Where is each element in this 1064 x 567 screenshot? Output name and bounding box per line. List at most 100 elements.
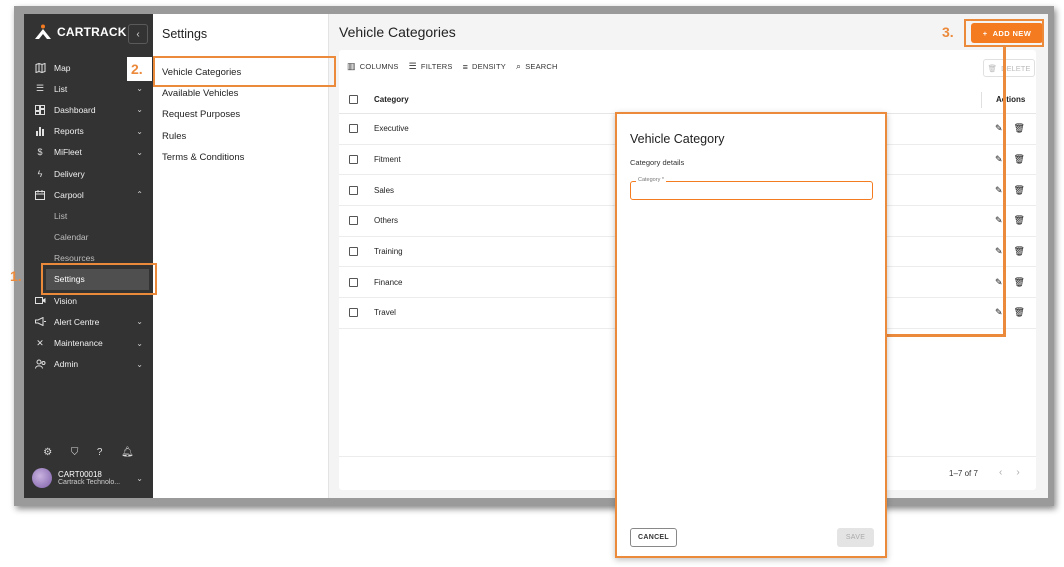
settings-item-rules[interactable]: Rules (153, 126, 329, 147)
pagination-nav: ‹ › (999, 467, 1020, 478)
trash-icon[interactable]: 🗑︎ (1014, 215, 1025, 226)
row-checkbox[interactable] (349, 155, 358, 165)
highlight-box-add-new (964, 19, 1044, 47)
search-label: SEARCH (525, 62, 558, 71)
chevron-down-icon: ⌄ (136, 126, 143, 136)
settings-item-terms-conditions[interactable]: Terms & Conditions (153, 147, 329, 168)
chevron-right-icon[interactable]: › (1016, 467, 1019, 478)
sidebar-item-label: List (54, 83, 68, 94)
sidebar-item-maintenance[interactable]: ✕ Maintenance ⌄ (24, 332, 153, 353)
column-separator (981, 92, 982, 108)
user-profile[interactable]: CART00018 Cartrack Technolo... ⌄ (32, 468, 147, 488)
category-cell: Others (374, 216, 399, 226)
sidebar-item-carpool[interactable]: Carpool ⌃ (24, 184, 153, 205)
trash-icon[interactable]: 🗑︎ (1014, 277, 1025, 288)
edit-icon[interactable]: ✎ (995, 307, 1003, 318)
density-label: DENSITY (472, 62, 506, 71)
sidebar-item-admin[interactable]: Admin ⌄ (24, 354, 153, 375)
step-number-3: 3. (942, 24, 954, 40)
sidebar-item-label: Reports (54, 126, 84, 137)
sidebar-item-delivery[interactable]: ϟ Delivery (24, 163, 153, 184)
density-icon: ≡ (462, 61, 469, 72)
sidebar-item-alert-centre[interactable]: Alert Centre ⌄ (24, 311, 153, 332)
category-cell: Travel (374, 308, 396, 318)
sidebar-item-dashboard[interactable]: Dashboard ⌄ (24, 99, 153, 120)
brand-logo[interactable]: CARTRACK (34, 24, 127, 40)
edit-icon[interactable]: ✎ (995, 123, 1003, 134)
select-all-checkbox[interactable] (349, 95, 358, 104)
category-cell: Fitment (374, 155, 401, 165)
filters-label: FILTERS (420, 62, 453, 71)
chevron-down-icon: ⌄ (136, 338, 143, 348)
save-button[interactable]: SAVE (837, 528, 874, 547)
cartrack-logo-icon (35, 24, 51, 39)
dialog-subtitle: Category details (630, 158, 685, 167)
settings-item-request-purposes[interactable]: Request Purposes (153, 104, 329, 125)
chevron-down-icon: ⌄ (136, 317, 143, 327)
row-checkbox[interactable] (349, 277, 358, 287)
column-header-category[interactable]: Category (374, 95, 409, 104)
grid-toolbar: ▥ COLUMNS ☰ FILTERS ≡ DENSITY ⌕ SEARCH (347, 61, 558, 72)
sidebar-footer-icons: ⚙ ⛉ ? 🔔︎ (24, 444, 153, 460)
sidebar-item-label: Map (54, 62, 71, 73)
user-org: Cartrack Technolo... (58, 479, 121, 486)
gear-icon[interactable]: ⚙ (43, 447, 52, 458)
category-cell: Executive (374, 124, 409, 134)
column-header-actions: Actions (996, 95, 1026, 104)
sidebar-item-label: Delivery (54, 168, 85, 179)
collapse-sidebar-button[interactable]: ‹ (128, 24, 148, 44)
search-button[interactable]: ⌕ SEARCH (516, 61, 558, 72)
connector-line (1003, 46, 1006, 337)
highlight-box-settings (41, 263, 157, 295)
chevron-up-icon: ⌃ (136, 190, 143, 200)
sidebar-item-label: Vision (54, 295, 77, 306)
user-id: CART00018 (58, 470, 102, 479)
sidebar-subitem-calendar[interactable]: Calendar (24, 227, 153, 248)
delete-button[interactable]: 🗑︎ DELETE (983, 59, 1035, 77)
shield-icon[interactable]: ⛉ (71, 447, 79, 458)
edit-icon[interactable]: ✎ (995, 185, 1003, 196)
category-cell: Sales (374, 185, 395, 195)
sidebar-item-reports[interactable]: Reports ⌄ (24, 121, 153, 142)
columns-button[interactable]: ▥ COLUMNS (347, 61, 399, 72)
chevron-down-icon: ⌄ (136, 105, 143, 115)
chevron-down-icon: ⌄ (136, 474, 143, 483)
dollar-icon: $ (37, 147, 43, 158)
row-checkbox[interactable] (349, 308, 358, 318)
chevron-left-icon[interactable]: ‹ (999, 467, 1002, 478)
cancel-button[interactable]: CANCEL (630, 528, 677, 547)
edit-icon[interactable]: ✎ (995, 215, 1003, 226)
help-icon[interactable]: ? (97, 447, 103, 458)
edit-icon[interactable]: ✎ (995, 246, 1003, 257)
sidebar-item-label: MiFleet (54, 147, 82, 158)
row-checkbox[interactable] (349, 124, 358, 134)
trash-icon[interactable]: 🗑︎ (1014, 246, 1025, 257)
row-checkbox[interactable] (349, 185, 358, 195)
bar-chart-icon (34, 125, 46, 137)
sidebar-item-label: Calendar (54, 232, 89, 243)
page-title: Vehicle Categories (339, 24, 456, 40)
row-checkbox[interactable] (349, 247, 358, 257)
calendar-icon (34, 189, 46, 201)
edit-icon[interactable]: ✎ (995, 277, 1003, 288)
trash-icon[interactable]: 🗑︎ (1014, 154, 1025, 165)
sidebar-subitem-list[interactable]: List (24, 205, 153, 226)
category-input[interactable]: Category * (630, 177, 873, 200)
row-checkbox[interactable] (349, 216, 358, 226)
sidebar-item-mifleet[interactable]: $ MiFleet ⌄ (24, 142, 153, 163)
trash-icon[interactable]: 🗑︎ (1014, 123, 1025, 134)
sidebar-item-list[interactable]: ☰ List ⌄ (24, 78, 153, 99)
density-button[interactable]: ≡ DENSITY (463, 61, 506, 72)
filters-button[interactable]: ☰ FILTERS (409, 61, 453, 72)
bell-icon[interactable]: 🔔︎ (121, 447, 134, 458)
camera-icon (34, 295, 46, 307)
chevron-down-icon: ⌄ (136, 147, 143, 157)
sidebar-item-label: Alert Centre (54, 316, 100, 327)
trash-icon[interactable]: 🗑︎ (1014, 185, 1025, 196)
category-cell: Training (374, 247, 403, 257)
trash-icon[interactable]: 🗑︎ (1014, 307, 1025, 318)
table-header: Category Actions (339, 86, 1036, 114)
edit-icon[interactable]: ✎ (995, 154, 1003, 165)
chevron-down-icon: ⌄ (136, 359, 143, 369)
filter-icon: ☰ (408, 61, 417, 71)
